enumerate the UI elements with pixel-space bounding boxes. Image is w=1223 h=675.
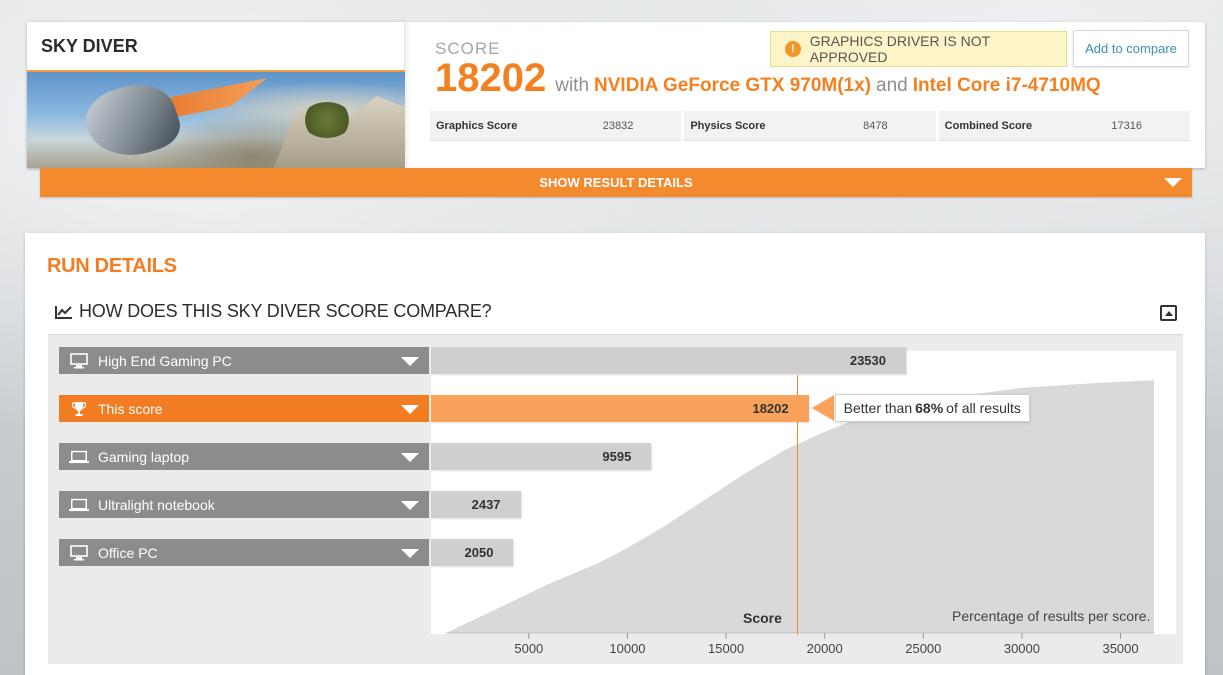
comparison-bar: 2437 (431, 491, 521, 518)
chevron-down-icon (401, 357, 419, 366)
chevron-down-icon (401, 405, 419, 414)
comparison-bar-value: 2050 (464, 545, 494, 560)
subscore-graphics: Graphics Score 23832 (430, 111, 682, 141)
comparison-row-selector[interactable]: Ultralight notebook (59, 491, 429, 518)
tooltip-suffix: of all results (946, 400, 1021, 416)
compare-title: HOW DOES THIS SKY DIVER SCORE COMPARE? (79, 301, 492, 321)
exclamation-circle-icon: ! (785, 41, 801, 57)
trophy-icon (69, 401, 89, 417)
desktop-icon (69, 352, 89, 369)
chevron-down-icon (401, 501, 419, 510)
score-and-text: and (876, 75, 908, 96)
show-result-details-label: SHOW RESULT DETAILS (539, 175, 693, 190)
comparison-bar-value: 9595 (602, 449, 632, 464)
x-axis-tick-label: 25000 (905, 641, 942, 656)
chevron-down-icon (401, 453, 419, 462)
y-axis-label: Percentage of results per score. (952, 608, 1151, 624)
laptop-icon (69, 497, 89, 513)
driver-warning-text: GRAPHICS DRIVER IS NOT APPROVED (809, 33, 990, 65)
chevron-down-icon (401, 549, 419, 558)
comparison-row-selector[interactable]: High End Gaming PC (59, 347, 429, 374)
x-axis-tick-label: 30000 (1003, 641, 1040, 656)
comparison-row-label: High End Gaming PC (98, 352, 232, 369)
result-card: SKY DIVER SCORE 18202 with NVIDIA GeForc… (27, 22, 1205, 168)
subscore-name: Physics Score (690, 119, 766, 132)
comparison-row-label: This score (98, 400, 163, 417)
tooltip-percent: 68% (915, 400, 944, 416)
desktop-icon (69, 544, 89, 561)
comparison-bar: 2050 (431, 539, 514, 566)
x-axis-tick-label: 5000 (514, 641, 544, 656)
benchmark-artwork (27, 70, 405, 168)
artwork-tree (302, 102, 352, 138)
comparison-bar: 9595 (431, 443, 652, 470)
chevron-up-icon (1164, 310, 1173, 316)
comparison-row-label: Ultralight notebook (98, 496, 215, 513)
subscore-combined: Combined Score 17316 (938, 111, 1190, 141)
line-chart-icon (55, 305, 72, 319)
laptop-icon (69, 449, 89, 465)
run-details-title: RUN DETAILS (47, 255, 177, 277)
tooltip-prefix: Better than (843, 400, 913, 416)
driver-warning-badge[interactable]: ! GRAPHICS DRIVER IS NOT APPROVED (770, 31, 1067, 67)
x-axis-tick-label: 35000 (1102, 641, 1139, 656)
x-axis-tick-label: 15000 (707, 641, 745, 656)
add-to-compare-button[interactable]: Add to compare (1073, 30, 1189, 67)
comparison-row-selector[interactable]: This score (59, 395, 429, 422)
percentile-tooltip: Better than 68% of all results (834, 394, 1030, 422)
comparison-bar-value: 23530 (849, 353, 886, 368)
subscore-value: 17316 (1111, 119, 1142, 132)
x-axis-tick-label: 10000 (609, 641, 646, 656)
score-gpu-link[interactable]: NVIDIA GeForce GTX 970M(1x) (594, 75, 871, 97)
comparison-bar: 18202 (431, 395, 809, 422)
tooltip-arrow (811, 395, 834, 421)
x-axis-tick-label: 20000 (806, 641, 843, 656)
artwork-skydiver (78, 73, 186, 168)
score-value: 18202 (435, 56, 547, 100)
chevron-down-icon (1164, 178, 1182, 187)
comparison-bar-value: 18202 (752, 401, 789, 416)
comparison-bar-value: 2437 (471, 497, 501, 512)
subscore-value: 23832 (602, 119, 634, 132)
comparison-bar: 23530 (431, 347, 906, 374)
score-comparison-chart: Score Percentage of results per score. 5… (48, 334, 1183, 664)
subscore-name: Combined Score (944, 119, 1033, 132)
subscore-physics: Physics Score 8478 (684, 111, 936, 141)
score-with-text: with (555, 75, 590, 96)
compare-header: HOW DOES THIS SKY DIVER SCORE COMPARE? (55, 301, 1185, 322)
comparison-row-label: Office PC (98, 544, 158, 561)
subscore-value: 8478 (863, 119, 888, 132)
comparison-row-selector[interactable]: Office PC (59, 539, 429, 566)
x-axis-title: Score (743, 610, 782, 626)
score-cpu-link[interactable]: Intel Core i7-4710MQ (913, 75, 1101, 97)
comparison-row-selector[interactable]: Gaming laptop (59, 443, 429, 470)
show-result-details-button[interactable]: SHOW RESULT DETAILS (40, 168, 1192, 197)
score-area: SCORE 18202 with NVIDIA GeForce GTX 970M… (430, 22, 1205, 168)
benchmark-title: SKY DIVER (41, 36, 138, 56)
subscore-name: Graphics Score (436, 119, 518, 132)
collapse-section-button[interactable] (1160, 305, 1177, 321)
subscores: Graphics Score 23832 Physics Score 8478 … (430, 111, 1190, 141)
run-details-panel: RUN DETAILS HOW DOES THIS SKY DIVER SCOR… (25, 233, 1205, 675)
benchmark-panel: SKY DIVER (27, 22, 405, 168)
comparison-row-label: Gaming laptop (98, 448, 190, 465)
